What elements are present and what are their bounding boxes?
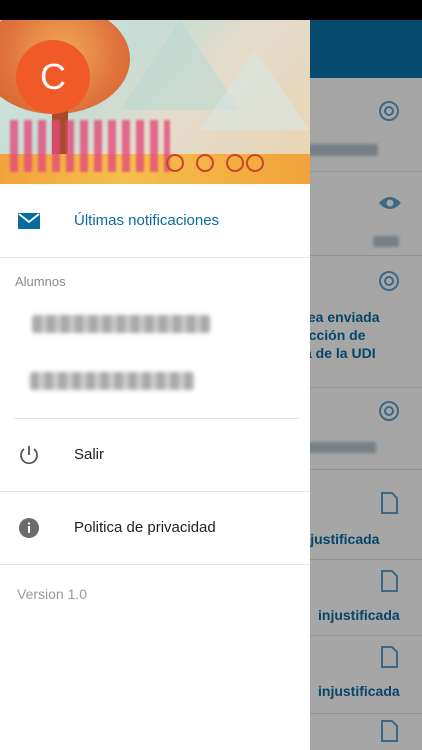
banner-bike-wheel [246,154,264,172]
student-item[interactable] [32,315,210,333]
banner-bike-wheel [196,154,214,172]
divider [0,257,310,258]
screen: s tarea enviada rrección de rita de la U… [0,0,422,750]
menu-item-privacy[interactable]: Politica de privacidad [0,491,310,564]
banner-bike-wheel [166,154,184,172]
drawer-header-banner: C [0,20,310,184]
power-icon [18,444,40,466]
status-bar [0,0,422,20]
mail-icon [18,210,40,232]
app-version: Version 1.0 [17,586,88,602]
students-section-title: Alumnos [15,274,66,289]
banner-people [10,120,170,172]
menu-item-label: Salir [74,446,105,463]
menu-item-logout[interactable]: Salir [0,418,310,491]
student-item[interactable] [30,372,194,390]
avatar[interactable]: C [16,40,90,114]
banner-bike-wheel [226,154,244,172]
navigation-drawer: C Últimas notificaciones Alumnos Salir P… [0,20,310,750]
divider [0,564,310,565]
menu-item-label: Politica de privacidad [74,519,216,536]
menu-item-notifications[interactable]: Últimas notificaciones [0,184,310,257]
banner-shape [200,50,310,130]
info-icon [18,517,40,539]
menu-item-label: Últimas notificaciones [74,212,220,229]
